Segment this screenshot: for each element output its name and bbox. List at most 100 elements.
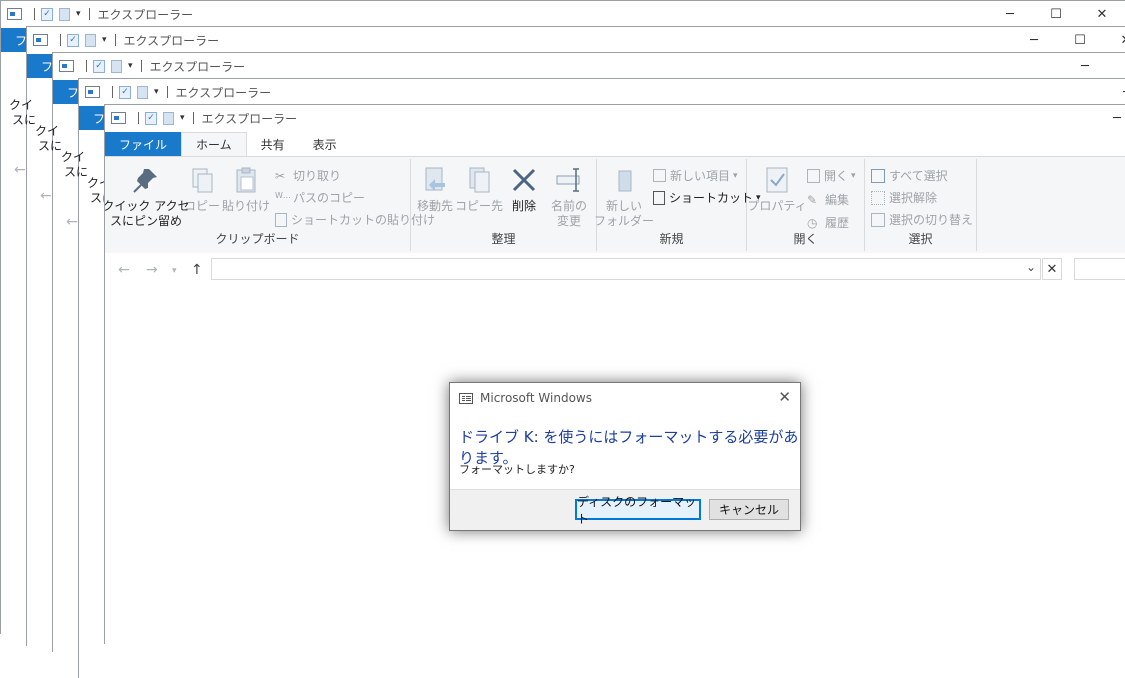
window-title: エクスプローラー <box>123 33 220 48</box>
group-label: 整理 <box>491 232 516 246</box>
explorer-window-front: ✓ ▾ エクスプローラー ─ ファイル ホーム 共有 表示 クイック アクセ スに… <box>104 104 1125 644</box>
delete-button[interactable]: 削除 <box>507 165 541 214</box>
back-window-pin-label: クイ スに <box>61 150 89 179</box>
address-bar[interactable]: ⌄ <box>211 258 1041 280</box>
shortcut-button[interactable]: ショートカット ▾ <box>653 189 761 206</box>
up-arrow-icon[interactable]: ↑ <box>191 262 203 278</box>
check-icon[interactable]: ✓ <box>145 111 157 125</box>
chevron-down-icon[interactable]: ▾ <box>154 87 159 97</box>
address-clear-icon[interactable]: ✕ <box>1042 258 1062 280</box>
group-label: 新規 <box>659 232 684 246</box>
title-bar: ✓ ▾ エクスプローラー ─ <box>105 105 1125 131</box>
new-folder-icon[interactable] <box>163 111 174 125</box>
chevron-down-icon[interactable]: ▾ <box>102 35 107 45</box>
dialog-question: フォーマットしますか? <box>459 463 575 476</box>
title-bar: ✓ ▾ エクスプローラー ─☐✕ <box>1 1 1125 27</box>
history-button[interactable]: ◷ 履歴 <box>807 214 849 231</box>
tab-view[interactable]: 表示 <box>299 132 351 156</box>
maximize-icon[interactable]: ☐ <box>1033 1 1079 27</box>
search-input[interactable] <box>1074 258 1125 280</box>
new-item-button[interactable]: 新しい項目 ▾ <box>653 167 738 184</box>
rename-icon <box>554 165 584 195</box>
clipboard-icon <box>231 165 261 195</box>
chevron-down-icon[interactable]: ▾ <box>76 9 81 19</box>
window-title: エクスプローラー <box>149 59 246 74</box>
invert-selection-button[interactable]: 選択の切り替え <box>871 211 973 228</box>
dialog-footer: ディスクのフォーマット キャンセル <box>450 489 800 530</box>
group-clipboard: クイック アクセ スにピン留め コピー 貼り付け ✂ 切り取り W… パスのコピー <box>105 159 435 251</box>
minimize-icon[interactable]: ─ <box>1062 53 1108 79</box>
open-icon <box>807 168 820 183</box>
new-item-icon <box>653 169 666 182</box>
title-bar: ✓ ▾ エクスプローラー ─ <box>79 79 1125 105</box>
pin-quick-access-button[interactable]: クイック アクセ スにピン留め <box>105 165 190 229</box>
maximize-icon[interactable]: ☐ <box>1108 53 1125 79</box>
minimize-icon[interactable]: ─ <box>987 1 1033 27</box>
group-label: 開く <box>793 232 818 246</box>
new-folder-icon[interactable] <box>85 33 96 47</box>
paste-button[interactable]: 貼り付け <box>222 165 270 214</box>
chevron-down-icon[interactable]: ⌄ <box>1026 260 1036 274</box>
ribbon: クイック アクセ スにピン留め コピー 貼り付け ✂ 切り取り W… パスのコピー <box>105 156 1125 254</box>
back-arrow-icon[interactable]: ← <box>40 188 52 204</box>
dialog-title-bar: Microsoft Windows ✕ <box>450 383 800 413</box>
window-title: エクスプローラー <box>201 111 298 126</box>
close-icon[interactable]: ✕ <box>1079 1 1125 27</box>
folder-icon <box>609 165 639 195</box>
format-disk-button[interactable]: ディスクのフォーマット <box>575 495 701 526</box>
copy-path-button[interactable]: W… パスのコピー <box>275 189 365 206</box>
folder-properties-icon[interactable] <box>111 112 126 124</box>
folder-properties-icon[interactable] <box>7 8 22 20</box>
select-all-button[interactable]: すべて選択 <box>871 167 948 184</box>
copy-to-button[interactable]: コピー先 <box>455 165 503 214</box>
edit-button[interactable]: ✎ 編集 <box>807 191 849 208</box>
check-icon[interactable]: ✓ <box>67 33 79 47</box>
invert-selection-icon <box>871 212 885 227</box>
select-none-icon <box>871 190 885 205</box>
check-icon[interactable]: ✓ <box>119 85 131 99</box>
check-icon[interactable]: ✓ <box>41 7 53 21</box>
open-button[interactable]: 開く ▾ <box>807 167 856 184</box>
folder-properties-icon[interactable] <box>33 34 48 46</box>
folder-properties-icon[interactable] <box>59 60 74 72</box>
tab-share[interactable]: 共有 <box>247 132 299 156</box>
group-select: すべて選択 選択解除 選択の切り替え 選択 <box>865 159 977 251</box>
rename-button[interactable]: 名前の 変更 <box>547 165 591 229</box>
minimize-icon[interactable]: ─ <box>1094 105 1125 131</box>
move-to-button[interactable]: 移動先 <box>415 165 455 214</box>
back-window-pin-label: クイ スに <box>35 124 63 153</box>
folder-properties-icon[interactable] <box>85 86 100 98</box>
edit-pencil-icon: ✎ <box>807 192 818 207</box>
new-folder-icon[interactable] <box>59 7 70 21</box>
check-icon[interactable]: ✓ <box>93 59 105 73</box>
copy-button[interactable]: コピー <box>184 165 220 214</box>
back-arrow-icon[interactable]: ← <box>66 214 78 230</box>
back-arrow-icon[interactable]: ← <box>118 262 130 278</box>
chevron-down-icon[interactable]: ▾ <box>180 113 185 123</box>
window-title: エクスプローラー <box>175 85 272 100</box>
new-folder-button[interactable]: 新しい フォルダー <box>594 165 654 229</box>
tab-home[interactable]: ホーム <box>181 132 247 156</box>
format-dialog: Microsoft Windows ✕ ドライブ K: を使うにはフォーマットす… <box>449 382 801 531</box>
tab-file[interactable]: ファイル <box>105 132 182 156</box>
cancel-button[interactable]: キャンセル <box>709 499 789 520</box>
minimize-icon[interactable]: ─ <box>1011 27 1057 53</box>
window-icon <box>459 392 473 404</box>
chevron-down-icon[interactable]: ▾ <box>128 61 133 71</box>
cut-button[interactable]: ✂ 切り取り <box>275 167 341 184</box>
new-folder-icon[interactable] <box>137 85 148 99</box>
history-clock-icon: ◷ <box>807 215 818 230</box>
minimize-icon[interactable]: ─ <box>1104 79 1125 105</box>
new-folder-icon[interactable] <box>111 59 122 73</box>
forward-arrow-icon[interactable]: → <box>146 262 158 278</box>
recent-chevron-icon[interactable]: ▾ <box>172 266 177 276</box>
close-icon[interactable]: ✕ <box>1103 27 1125 53</box>
group-label: 選択 <box>908 232 933 246</box>
back-arrow-icon[interactable]: ← <box>14 162 26 178</box>
close-icon[interactable]: ✕ <box>778 388 791 406</box>
maximize-icon[interactable]: ☐ <box>1057 27 1103 53</box>
move-to-icon <box>420 165 450 195</box>
properties-button[interactable]: プロパティ <box>747 165 807 214</box>
back-window-pin-label: クイ スに <box>9 98 37 127</box>
select-none-button[interactable]: 選択解除 <box>871 189 937 206</box>
